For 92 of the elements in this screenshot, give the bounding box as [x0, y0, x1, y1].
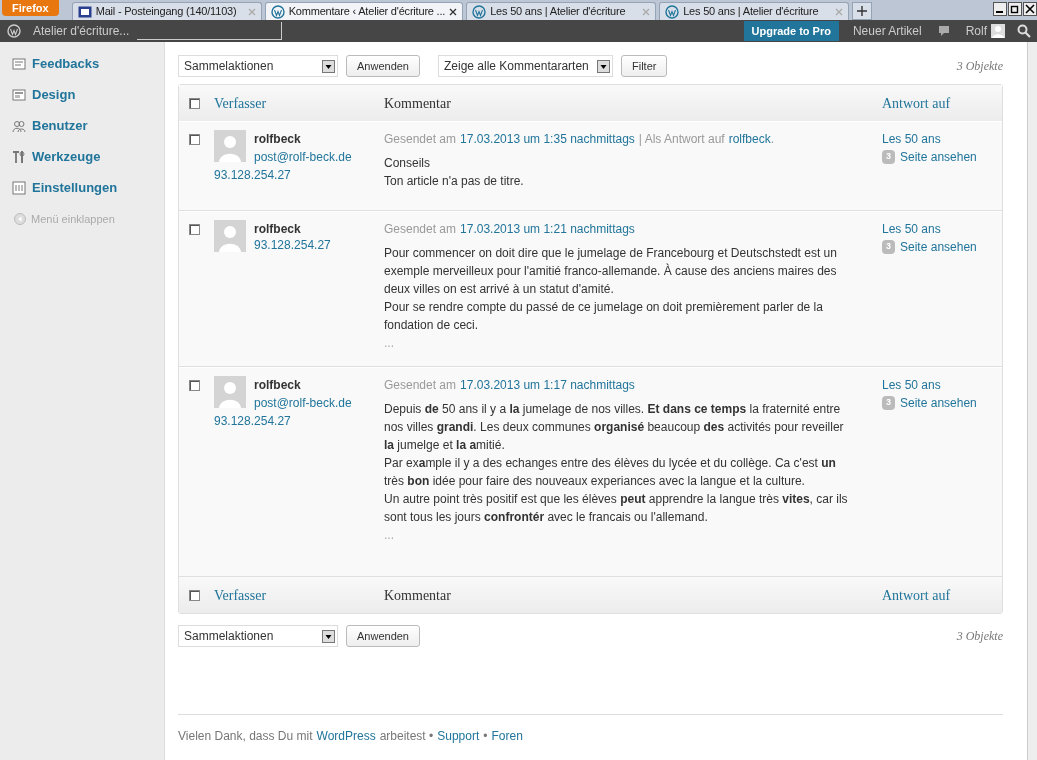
apply-button[interactable]: Anwenden — [346, 55, 420, 77]
comment-text: Par example il y a des echanges entre des élèves du lycée et du collège. Ca c'est un très bon idée pour faire des nouveaux experiances avec la langue et la culture. — [384, 455, 837, 490]
users-icon — [12, 118, 26, 133]
plus-icon[interactable] — [852, 2, 873, 20]
footer-link[interactable]: WordPress — [316, 727, 376, 745]
admin-bar-field[interactable] — [137, 22, 283, 40]
scrollbar[interactable] — [1027, 42, 1037, 760]
view-page-link[interactable]: Seite ansehen — [900, 238, 977, 256]
checkbox[interactable] — [189, 380, 200, 391]
avatar-icon — [991, 24, 1005, 38]
apply-button[interactable]: Anwenden — [346, 625, 420, 647]
column-header[interactable]: Verfasser — [214, 92, 267, 114]
column-header[interactable]: Verfasser — [214, 584, 267, 606]
ip-address[interactable]: 93.128.254.27 — [214, 412, 352, 430]
column-header[interactable]: Antwort auf — [882, 584, 1002, 606]
browser-tab[interactable]: Les 50 ans | Atelier d'écriture — [466, 2, 657, 20]
avatar-icon — [214, 130, 246, 162]
search-icon[interactable] — [1017, 24, 1031, 38]
column-header[interactable]: Antwort auf — [882, 92, 1002, 114]
site-name-link[interactable]: Atelier d'écriture... — [33, 22, 130, 40]
author-email[interactable]: post@rolf-beck.de — [254, 148, 352, 166]
date-link[interactable]: 17.03.2013 um 1:35 nachmittags — [460, 130, 635, 148]
checkbox[interactable] — [189, 97, 200, 109]
wordpress-logo-icon — [665, 4, 680, 19]
column-header: Kommentar — [384, 586, 452, 605]
comment-text: Depuis de 50 ans il y a la jumelage de nos villes. Et dans ce temps la fraternité entre nos villes grandi. Les deux communes organisé beaucoup des activités pour reveiller la jumelge et la amitié. — [384, 401, 845, 454]
comment-text: Ton article n'a pas de titre. — [384, 173, 525, 190]
checkbox[interactable] — [189, 134, 200, 145]
view-page-link[interactable]: Seite ansehen — [900, 148, 977, 166]
ellipsis: ... — [384, 335, 395, 352]
author-email[interactable]: post@rolf-beck.de — [254, 394, 352, 412]
close-icon[interactable] — [449, 7, 458, 16]
post-link[interactable]: Les 50 ans — [882, 130, 1002, 148]
avatar-icon — [214, 376, 246, 408]
submitted-label: Gesendet am — [384, 221, 457, 238]
submitted-label: Gesendet am — [384, 377, 457, 394]
feedback-icon — [12, 56, 26, 71]
user-link[interactable]: Rolf — [965, 22, 987, 40]
browser-tab[interactable]: Kommentare ‹ Atelier d'écriture ... — [264, 2, 464, 20]
footer-link[interactable]: Foren — [491, 727, 523, 745]
browser-tab[interactable]: Les 50 ans | Atelier d'écriture — [659, 2, 850, 20]
date-link[interactable]: 17.03.2013 um 1:21 nachmittags — [460, 220, 635, 238]
ip-address[interactable]: 93.128.254.27 — [254, 236, 341, 254]
author-name: rolfbeck — [254, 131, 302, 148]
reply-to-link[interactable]: rolfbeck — [728, 130, 771, 148]
footer-text: • — [483, 728, 488, 745]
avatar-icon — [214, 220, 246, 252]
filter-button[interactable]: Filter — [621, 55, 668, 77]
item-count: 3 Objekte — [956, 58, 1003, 75]
author-name: rolfbeck — [254, 221, 301, 238]
comment-text: Un autre point très positif est que les élèves peut apprendre la langue très vites, car ils sont tous les jours confrontér avec le francais ou l'allemand. — [384, 491, 849, 526]
column-header: Kommentar — [384, 94, 452, 113]
ellipsis: ... — [384, 527, 395, 544]
post-link[interactable]: Les 50 ans — [882, 376, 1002, 394]
date-link[interactable]: 17.03.2013 um 1:17 nachmittags — [460, 376, 635, 394]
upgrade-button[interactable]: Upgrade to Pro — [743, 20, 839, 42]
sidebar-item[interactable]: Benutzer — [0, 110, 164, 141]
sidebar-item[interactable]: Design — [0, 79, 164, 110]
ip-address[interactable]: 93.128.254.27 — [214, 166, 352, 184]
author-name: rolfbeck — [254, 377, 302, 394]
wordpress-logo-icon — [472, 4, 487, 19]
wordpress-logo-icon — [270, 4, 285, 19]
checkbox[interactable] — [189, 224, 200, 235]
sidebar-item[interactable]: Einstellungen — [0, 172, 164, 203]
tools-icon — [12, 149, 26, 164]
sidebar-item[interactable]: Feedbacks — [0, 48, 164, 79]
reply-label: | Als Antwort auf — [638, 131, 725, 148]
footer-text: arbeitest • — [379, 728, 434, 745]
comment-text: Pour se rendre compte du passé de ce jumelage on doit premièrement parler de la fondation de ceci. — [384, 299, 824, 334]
dropdown[interactable]: Sammelaktionen — [178, 625, 338, 647]
view-page-link[interactable]: Seite ansehen — [900, 394, 977, 412]
item-count: 3 Objekte — [956, 628, 1003, 645]
new-post-link[interactable]: Neuer Artikel — [852, 22, 922, 40]
browser-tab[interactable]: Mail - Posteingang (140/1103) — [71, 2, 262, 20]
settings-icon — [12, 180, 26, 195]
comment-text: Conseils — [384, 155, 432, 172]
sidebar-item[interactable]: Werkzeuge — [0, 141, 164, 172]
dropdown[interactable]: Zeige alle Kommentararten — [438, 55, 613, 77]
design-icon — [12, 87, 26, 102]
submitted-label: Gesendet am — [384, 131, 457, 148]
post-link[interactable]: Les 50 ans — [882, 220, 1002, 238]
comment-icon[interactable] — [937, 25, 950, 37]
punctuation: . — [770, 131, 775, 148]
wordpress-logo-icon[interactable] — [7, 24, 21, 38]
mail-icon — [77, 5, 92, 18]
dropdown[interactable]: Sammelaktionen — [178, 55, 338, 77]
firefox-menu-button[interactable]: Firefox — [2, 0, 59, 16]
checkbox[interactable] — [189, 589, 200, 601]
footer-text: Vielen Dank, dass Du mit — [178, 728, 313, 745]
comment-text: Pour commencer on doit dire que le jumelage de Francebourg et Deutschstedt est un exemple merveilleux pour l'amitié franco-allemande. À cause des anciens maires des deux villes on est arrivé à un statut d'amité. — [384, 245, 838, 298]
window-controls-icon[interactable] — [993, 2, 1037, 16]
footer-link[interactable]: Support — [437, 727, 480, 745]
